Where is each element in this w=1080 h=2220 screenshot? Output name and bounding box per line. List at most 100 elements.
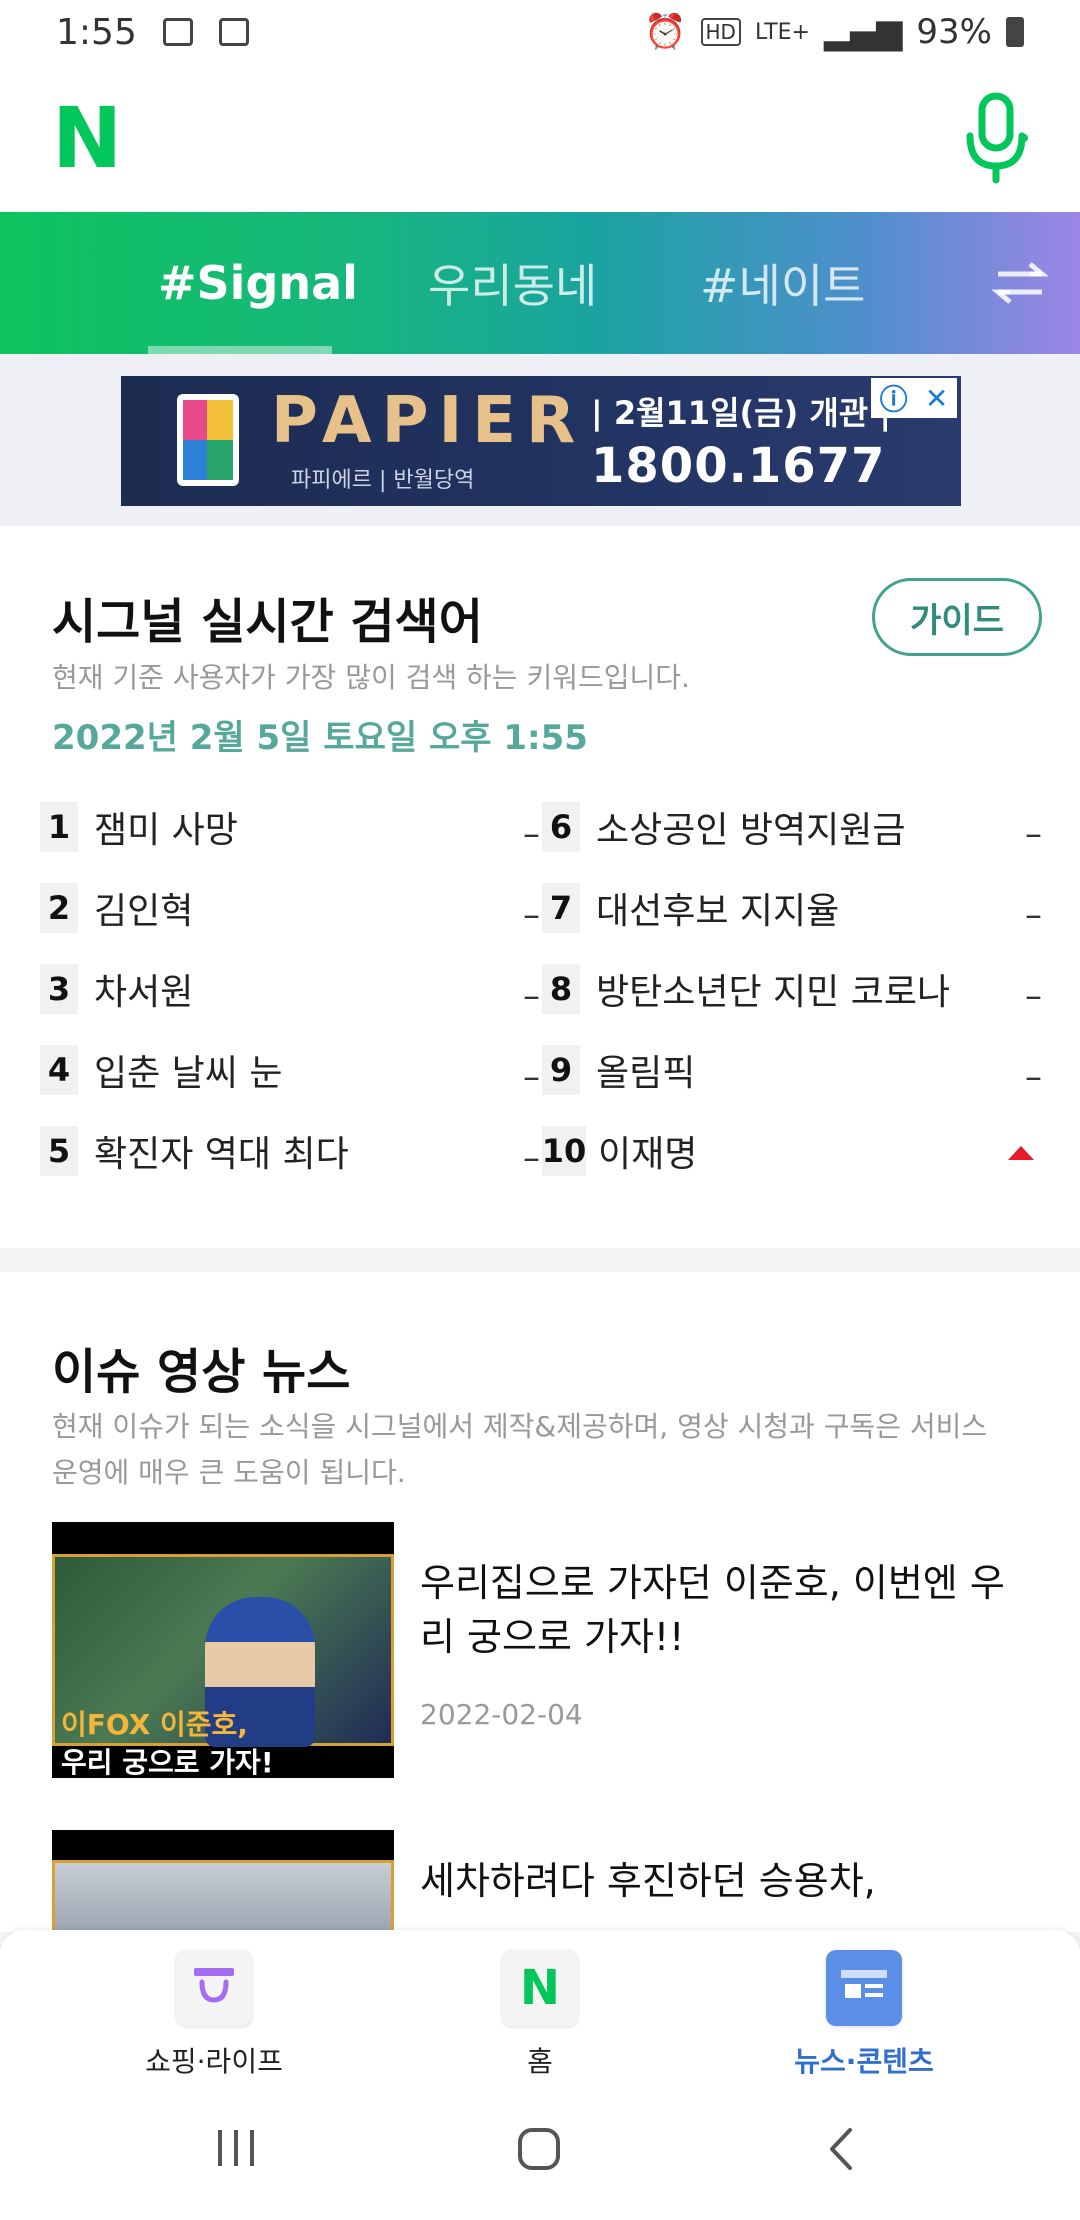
thumbnail-image [52, 1860, 394, 1932]
active-tab-indicator [148, 346, 332, 354]
back-button-icon[interactable] [826, 2126, 856, 2172]
status-time: 1:55 [56, 11, 137, 53]
system-navigation-bar [0, 2096, 1080, 2220]
battery-icon [1006, 17, 1024, 47]
realtime-datetime: 2022년 2월 5일 토요일 오후 1:55 [52, 718, 588, 758]
rank-keyword: 소상공인 방역지원금 [596, 809, 906, 851]
video-date: 2022-02-04 [420, 1698, 583, 1731]
home-button-icon[interactable] [516, 2126, 562, 2172]
rank-keyword: 올림픽 [596, 1052, 696, 1094]
video-title[interactable]: 세차하려다 후진하던 승용차, [420, 1854, 1020, 1908]
signal-icon: ▂▄▆ [823, 12, 903, 52]
rank-number: 7 [542, 882, 580, 933]
rank-item[interactable]: 1 잼미 사망 – [40, 786, 540, 867]
video-news-item[interactable]: 이FOX 이준호, 우리 궁으로 가자! 우리집으로 가자던 이준호, 이번엔 … [52, 1522, 1032, 1778]
rank-keyword: 이재명 [598, 1133, 698, 1175]
section-description: 현재 기준 사용자가 가장 많이 검색 하는 키워드입니다. [52, 661, 690, 694]
app-header: N [0, 64, 1080, 212]
rank-keyword: 김인혁 [94, 890, 194, 932]
rank-change: – [523, 895, 540, 935]
ad-container: PAPIER 파피에르 | 반월당역 | 2월11일(금) 개관 | 1800.… [0, 354, 1080, 526]
papier-logo-icon [177, 394, 239, 486]
rank-number: 1 [40, 801, 78, 852]
realtime-search-section: 시그널 실시간 검색어 가이드 현재 기준 사용자가 가장 많이 검색 하는 키… [0, 526, 1080, 1248]
video-news-item[interactable]: 세차하려다 후진하던 승용차, [52, 1830, 1032, 1932]
rank-keyword: 차서원 [94, 971, 194, 1013]
rank-number: 4 [40, 1044, 78, 1095]
ad-banner[interactable]: PAPIER 파피에르 | 반월당역 | 2월11일(금) 개관 | 1800.… [121, 376, 961, 506]
status-bar: 1:55 ⏰ HD LTE+ ▂▄▆ 93% [0, 0, 1080, 64]
rank-item[interactable]: 6 소상공인 방역지원금 – [542, 786, 1042, 867]
rank-keyword: 잼미 사망 [94, 809, 238, 851]
naver-logo[interactable]: N [52, 96, 122, 180]
microphone-icon[interactable] [964, 92, 1028, 184]
rank-number: 8 [542, 963, 580, 1014]
rank-change: – [1025, 895, 1042, 935]
rank-change: – [523, 1057, 540, 1097]
tab-nate[interactable]: #네이트 [700, 212, 866, 354]
guide-button[interactable]: 가이드 [872, 578, 1042, 656]
network-label: LTE+ [754, 19, 810, 45]
rank-list-right: 6 소상공인 방역지원금 – 7 대선후보 지지율 – 8 방탄소년단 지민 코… [542, 786, 1042, 1191]
ad-close-icon[interactable]: ✕ [925, 382, 948, 415]
rank-number: 10 [542, 1125, 586, 1176]
video-news-section: 이슈 영상 뉴스 현재 이슈가 되는 소식을 시그널에서 제작&제공하며, 영상… [0, 1272, 1080, 1932]
rank-number: 3 [40, 963, 78, 1014]
ad-subtitle: 파피에르 | 반월당역 [291, 468, 475, 493]
rank-keyword: 대선후보 지지율 [596, 890, 840, 932]
section-title: 이슈 영상 뉴스 [52, 1344, 351, 1400]
naver-home-icon: N [502, 1950, 578, 2026]
bottom-navigation: 쇼핑·라이프 N 홈 뉴스·콘텐츠 [0, 1930, 1080, 2096]
wifi-call-icon [218, 18, 249, 46]
rank-change: – [1025, 976, 1042, 1016]
ad-brand: PAPIER [271, 384, 586, 458]
rank-keyword: 확진자 역대 최다 [94, 1133, 349, 1175]
rank-number: 5 [40, 1125, 78, 1176]
ad-info-icon[interactable]: ⓘ [880, 378, 908, 418]
video-title[interactable]: 우리집으로 가자던 이준호, 이번엔 우리 궁으로 가자!! [420, 1556, 1020, 1664]
recent-apps-icon[interactable] [214, 2126, 258, 2170]
nav-news[interactable]: 뉴스·콘텐츠 [744, 1950, 984, 2080]
hd-icon: HD [700, 18, 741, 46]
section-title: 시그널 실시간 검색어 [52, 594, 483, 650]
news-icon [826, 1950, 902, 2026]
rank-change: – [1025, 814, 1042, 854]
thumbnail-caption: 우리 궁으로 가자! [61, 1746, 274, 1778]
rank-item[interactable]: 10 이재명 [542, 1110, 1042, 1191]
rank-number: 6 [542, 801, 580, 852]
alarm-icon: ⏰ [644, 12, 687, 52]
tab-neighborhood[interactable]: 우리동네 [428, 212, 597, 354]
rank-keyword: 방탄소년단 지민 코로나 [596, 971, 951, 1013]
rank-item[interactable]: 3 차서원 – [40, 948, 540, 1029]
thumbnail-caption: 이FOX 이준호, [61, 1708, 248, 1741]
video-thumbnail[interactable]: 이FOX 이준호, 우리 궁으로 가자! [52, 1522, 394, 1778]
rank-item[interactable]: 8 방탄소년단 지민 코로나 – [542, 948, 1042, 1029]
section-tabs: #Signal 우리동네 #네이트 [0, 212, 1080, 354]
section-description: 현재 이슈가 되는 소식을 시그널에서 제작&제공하며, 영상 시청과 구독은 … [52, 1410, 988, 1489]
nav-label: 홈 [527, 2045, 553, 2078]
rank-up-icon [1008, 1146, 1034, 1160]
nav-label: 뉴스·콘텐츠 [794, 2045, 934, 2078]
rank-change: – [523, 976, 540, 1016]
nav-home[interactable]: N 홈 [420, 1950, 660, 2080]
rank-change: – [523, 814, 540, 854]
rank-number: 2 [40, 882, 78, 933]
rank-list-left: 1 잼미 사망 – 2 김인혁 – 3 차서원 – 4 입춘 날씨 눈 – 5 … [40, 786, 540, 1191]
gallery-icon [162, 18, 193, 46]
rank-change: – [523, 1138, 540, 1178]
rank-item[interactable]: 2 김인혁 – [40, 867, 540, 948]
swap-arrows-icon[interactable] [992, 258, 1048, 308]
ad-controls: ⓘ ✕ [871, 378, 957, 418]
shopping-bag-icon [176, 1950, 252, 2026]
rank-item[interactable]: 7 대선후보 지지율 – [542, 867, 1042, 948]
ad-date: | 2월11일(금) 개관 | [591, 394, 892, 432]
rank-item[interactable]: 4 입춘 날씨 눈 – [40, 1029, 540, 1110]
rank-change: – [1025, 1057, 1042, 1097]
rank-number: 9 [542, 1044, 580, 1095]
nav-shopping[interactable]: 쇼핑·라이프 [94, 1950, 334, 2080]
rank-item[interactable]: 9 올림픽 – [542, 1029, 1042, 1110]
video-thumbnail[interactable] [52, 1830, 394, 1932]
tab-signal[interactable]: #Signal [158, 212, 358, 354]
battery-percent: 93% [916, 12, 992, 52]
rank-item[interactable]: 5 확진자 역대 최다 – [40, 1110, 540, 1191]
